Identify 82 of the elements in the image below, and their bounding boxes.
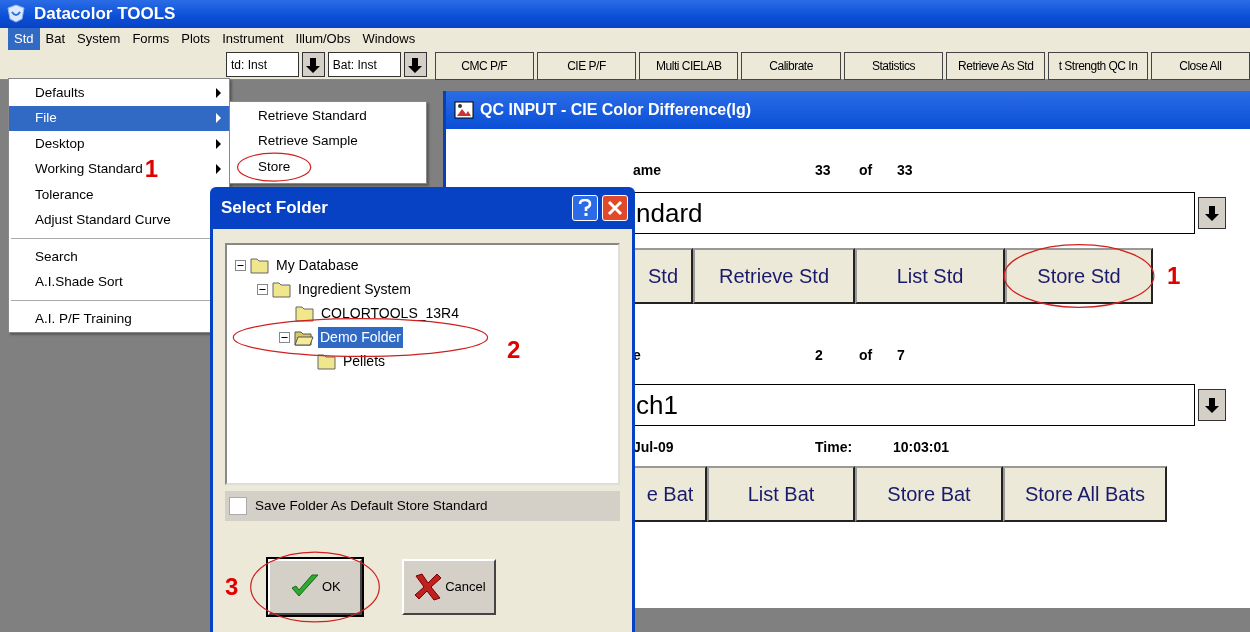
dialog-button[interactable]: Cancel [402, 559, 497, 615]
folder-icon [295, 304, 315, 322]
menu-item[interactable]: Defaults [9, 80, 229, 106]
help-icon [576, 199, 594, 217]
down-arrow-icon [407, 56, 424, 73]
menu-item[interactable]: Forms [126, 28, 176, 50]
menu-item[interactable]: Retrieve Standard [230, 103, 426, 129]
child-window-title: QC INPUT - CIE Color Difference(lg) [480, 100, 752, 120]
menu-item[interactable]: System [71, 28, 127, 50]
dropdown-button[interactable] [1198, 197, 1226, 229]
annotation-number: 2 [506, 338, 521, 362]
checkbox[interactable] [229, 497, 247, 515]
menu-item[interactable]: Store [230, 154, 426, 180]
down-arrow-icon [1204, 397, 1220, 413]
toolbar-button[interactable]: Close All [1150, 52, 1250, 80]
action-button[interactable]: e Bat [633, 466, 707, 522]
record-total: 33 [897, 160, 913, 180]
menu-item[interactable]: Windows [356, 28, 422, 50]
close-icon [606, 199, 624, 217]
toolbar-button[interactable]: Multi CIELAB [639, 52, 739, 80]
menu-item[interactable]: Instrument [216, 28, 290, 50]
toolbar-button[interactable]: Statistics [843, 52, 944, 80]
down-arrow-icon [305, 56, 322, 73]
action-button[interactable]: Store Bat [855, 466, 1003, 522]
record-index: 33 [815, 160, 832, 180]
action-button[interactable]: Store Std [1005, 248, 1153, 304]
tree-item[interactable]: COLORTOOLS_13R4 [319, 302, 461, 324]
action-button[interactable]: Std [633, 248, 693, 304]
tree-item[interactable]: My Database [274, 254, 361, 276]
menu-item[interactable]: Illum/Obs [289, 28, 357, 50]
toolbar-button[interactable]: Calibrate [741, 52, 841, 80]
of-label: of [858, 160, 874, 180]
folder-icon [250, 256, 270, 274]
dropdown-button[interactable] [301, 52, 325, 77]
dropdown-button[interactable] [1198, 389, 1226, 421]
tree-item[interactable]: Ingredient System [296, 278, 413, 300]
picture-icon [454, 101, 474, 119]
tree-item[interactable]: Pellets [341, 350, 388, 372]
menu-item[interactable]: Plots [175, 28, 217, 50]
menu-item[interactable]: Desktop [9, 131, 229, 157]
toolbar-button[interactable]: CIE P/F [536, 52, 637, 80]
field-label: ame [633, 160, 663, 180]
dropdown-field[interactable]: Bat: Inst [327, 52, 401, 77]
dropdown-button[interactable] [403, 52, 427, 77]
folder-icon [272, 280, 292, 298]
window-title: Datacolor TOOLS [34, 3, 176, 26]
collapse-icon[interactable] [279, 331, 290, 343]
toolbar-button[interactable]: CMC P/F [434, 52, 534, 80]
action-button[interactable]: List Bat [707, 466, 855, 522]
down-arrow-icon [1204, 205, 1220, 221]
time-value: 10:03:01 [893, 437, 950, 457]
annotation-number: 3 [225, 575, 239, 599]
menu-item[interactable]: File [9, 105, 229, 131]
collapse-icon[interactable] [257, 283, 268, 295]
checkbox-label: Save Folder As Default Store Standard [255, 496, 488, 515]
toolbar-button[interactable]: Retrieve As Std [946, 52, 1046, 80]
time-label: Time: [815, 437, 854, 457]
action-button[interactable]: Store All Bats [1003, 466, 1167, 522]
toolbar-button[interactable]: t Strength QC In [1048, 52, 1148, 80]
dropdown-field[interactable]: td: Inst [226, 52, 299, 77]
tree-item[interactable]: Demo Folder [318, 326, 403, 348]
name-field[interactable]: ndard [633, 192, 1195, 234]
of-label: of [858, 345, 874, 365]
folder-icon [294, 328, 314, 346]
action-button[interactable]: List Std [855, 248, 1005, 304]
cross-icon [413, 572, 444, 602]
action-button[interactable]: Retrieve Std [693, 248, 855, 304]
dialog-button[interactable]: OK [268, 559, 363, 615]
annotation-number: 1 [1167, 264, 1181, 288]
menu-item[interactable]: Std [8, 28, 40, 50]
dialog-title: Select Folder [221, 197, 328, 220]
name-field[interactable]: ch1 [633, 384, 1195, 426]
close-button[interactable] [602, 195, 628, 221]
date-value: Jul-09 [633, 437, 675, 457]
record-total: 7 [897, 345, 905, 365]
menu-item[interactable]: Retrieve Sample [230, 128, 426, 154]
record-index: 2 [815, 345, 824, 365]
app-icon [6, 4, 26, 24]
help-button[interactable] [572, 195, 598, 221]
collapse-icon[interactable] [235, 259, 246, 271]
annotation-number: 1 [144, 157, 159, 182]
menu-item[interactable]: Bat [39, 28, 72, 50]
